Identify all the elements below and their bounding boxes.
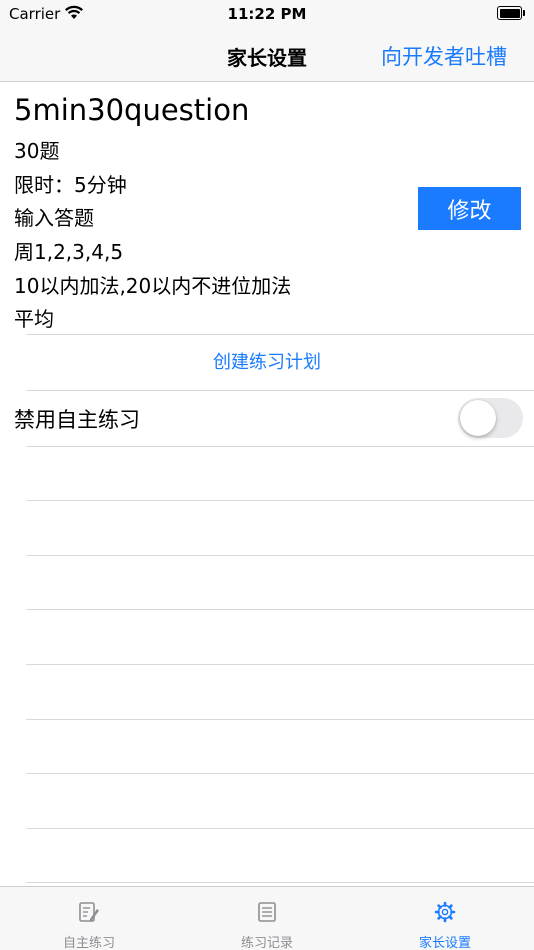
tab-label: 自主练习 bbox=[62, 936, 115, 950]
clock: 11:22 PM bbox=[227, 5, 307, 23]
empty-row-divider bbox=[26, 719, 534, 720]
empty-row-divider bbox=[26, 500, 534, 501]
empty-row-divider bbox=[26, 882, 534, 883]
plan-question-count: 30题 bbox=[14, 139, 60, 163]
list-document-icon bbox=[255, 900, 279, 924]
empty-row-divider bbox=[26, 828, 534, 829]
plan-question-types: 10以内加法,20以内不进位加法 bbox=[14, 274, 292, 298]
empty-row-divider bbox=[26, 773, 534, 774]
tab-practice-records[interactable]: 练习记录 bbox=[178, 887, 356, 950]
disable-self-practice-switch[interactable] bbox=[458, 398, 523, 438]
pencil-paper-icon bbox=[77, 900, 101, 924]
divider bbox=[26, 446, 534, 447]
divider bbox=[26, 334, 534, 335]
nav-bar: 家长设置 向开发者吐槽 bbox=[0, 28, 534, 82]
plan-name: 5min30question bbox=[14, 93, 250, 127]
edit-plan-button[interactable]: 修改 bbox=[418, 187, 521, 230]
gear-icon bbox=[433, 900, 457, 924]
plan-time-limit: 限时：5分钟 bbox=[14, 173, 127, 197]
status-bar: Carrier 11:22 PM bbox=[0, 0, 534, 28]
create-plan-button[interactable]: 创建练习计划 bbox=[0, 336, 534, 390]
tab-label: 练习记录 bbox=[240, 936, 293, 950]
tab-label: 家长设置 bbox=[418, 936, 471, 950]
battery-icon bbox=[497, 6, 526, 21]
switch-knob bbox=[460, 400, 496, 436]
plan-days: 周1,2,3,4,5 bbox=[14, 240, 124, 264]
disable-self-practice-label: 禁用自主练习 bbox=[14, 408, 140, 432]
tab-bar: 自主练习 练习记录 家长设置 bbox=[0, 886, 534, 950]
tab-self-practice[interactable]: 自主练习 bbox=[0, 887, 178, 950]
screen: Carrier 11:22 PM 家长设置 向开发者吐槽 5min30quest… bbox=[0, 0, 534, 950]
plan-answer-mode: 输入答题 bbox=[14, 206, 94, 230]
tab-parent-settings[interactable]: 家长设置 bbox=[356, 887, 534, 950]
disable-self-practice-row: 禁用自主练习 bbox=[0, 391, 534, 446]
empty-row-divider bbox=[26, 555, 534, 556]
empty-row-divider bbox=[26, 664, 534, 665]
plan-distribution: 平均 bbox=[14, 307, 54, 331]
feedback-button[interactable]: 向开发者吐槽 bbox=[381, 41, 507, 71]
practice-plan-cell: 5min30question 30题 限时：5分钟 输入答题 周1,2,3,4,… bbox=[0, 83, 534, 335]
empty-row-divider bbox=[26, 609, 534, 610]
